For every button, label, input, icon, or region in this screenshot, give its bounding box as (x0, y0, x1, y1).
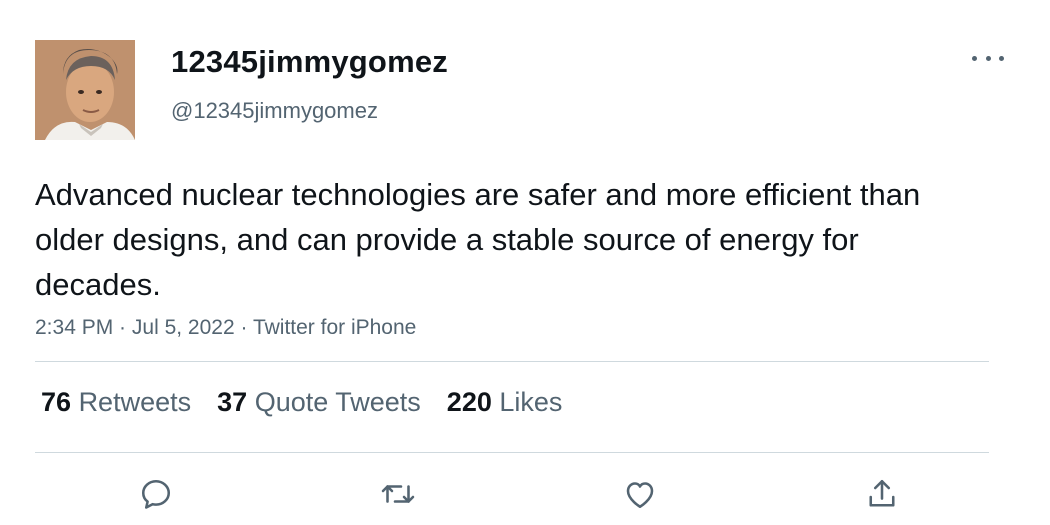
retweets-count: 76 (41, 387, 72, 417)
tweet-source[interactable]: Twitter for iPhone (253, 316, 416, 339)
tweet-text: Advanced nuclear technologies are safer … (35, 177, 921, 302)
more-dot (972, 55, 977, 61)
avatar-image (35, 40, 135, 140)
avatar[interactable] (35, 40, 135, 140)
likes-label: Likes (499, 387, 563, 417)
more-options-icon[interactable] (972, 48, 1004, 68)
author-display-name[interactable]: 12345jimmygomez (171, 44, 448, 80)
reply-icon (141, 479, 171, 509)
quote-tweets-count: 37 (217, 387, 248, 417)
quote-tweets-stat[interactable]: 37 Quote Tweets (217, 387, 421, 418)
retweet-icon (381, 485, 415, 503)
like-icon (626, 482, 654, 509)
tweet-date[interactable]: Jul 5, 2022 (132, 316, 235, 339)
tweet-card: 12345jimmygomez @12345jimmygomez Advance… (0, 0, 1050, 525)
action-bar (0, 474, 1050, 514)
divider-bottom (35, 452, 989, 453)
share-icon (869, 479, 895, 507)
retweets-label: Retweets (78, 387, 192, 417)
more-dot (999, 55, 1004, 61)
divider-top (35, 361, 989, 362)
reply-button[interactable] (136, 474, 176, 514)
retweets-stat[interactable]: 76 Retweets (41, 387, 191, 418)
tweet-meta: 2:34 PM · Jul 5, 2022 · Twitter for iPho… (35, 316, 416, 340)
likes-stat[interactable]: 220 Likes (447, 387, 563, 418)
meta-separator: · (113, 316, 132, 339)
more-dot (985, 55, 991, 61)
engagement-stats: 76 Retweets 37 Quote Tweets 220 Likes (41, 387, 588, 418)
tweet-time[interactable]: 2:34 PM (35, 316, 113, 339)
like-button[interactable] (620, 474, 660, 514)
retweet-button[interactable] (378, 474, 418, 514)
author-handle[interactable]: @12345jimmygomez (171, 98, 378, 124)
quote-tweets-label: Quote Tweets (254, 387, 421, 417)
likes-count: 220 (446, 387, 492, 417)
share-button[interactable] (862, 474, 902, 514)
meta-separator: · (234, 316, 253, 339)
